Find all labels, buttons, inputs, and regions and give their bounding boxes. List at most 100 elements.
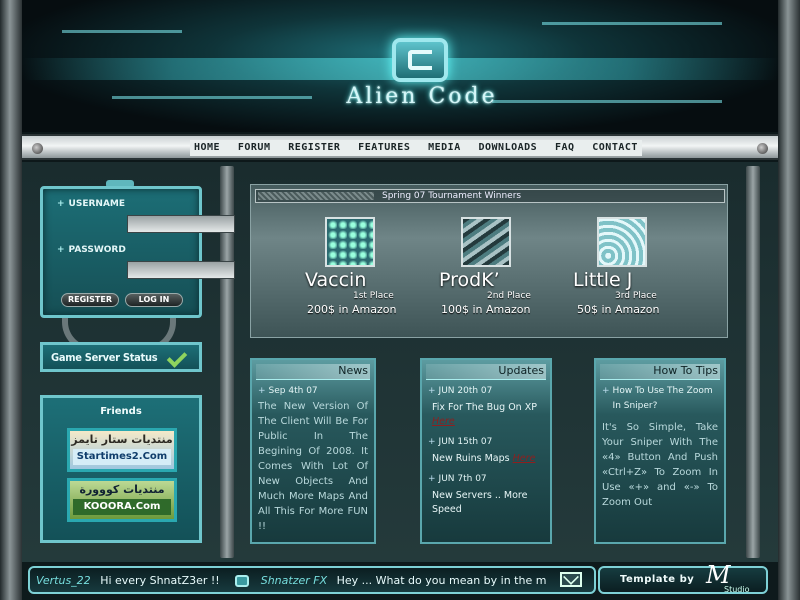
logo-text: Alien Code <box>346 84 498 109</box>
update-link[interactable]: Here <box>432 416 455 427</box>
tips-body: It's So Simple, Take Your Sniper With Th… <box>602 422 718 508</box>
winner-prize: 50$ in Amazon <box>577 303 660 316</box>
chat-icon <box>235 575 250 587</box>
winners-panel: Spring 07 Tournament Winners Vaccin 1st … <box>250 184 728 338</box>
news-body: The New Version Of The Client Will Be Fo… <box>258 401 368 532</box>
light-streak <box>492 100 722 103</box>
nav-forum[interactable]: FORUM <box>238 140 271 156</box>
nav-home[interactable]: HOME <box>194 140 220 156</box>
password-label: + PASSWORD <box>57 245 126 255</box>
shout-line: Vertus_22 Hi every ShnatZ3er !! Shnatzer… <box>36 572 558 590</box>
update-entry: + JUN 15th 07 New Ruins Maps Here <box>428 435 544 466</box>
winner-name: Vaccin <box>305 269 367 291</box>
nav-features[interactable]: FEATURES <box>358 140 410 156</box>
tips-box: How To Tips + How To Use The Zoom In Snip… <box>594 358 726 544</box>
light-streak <box>62 30 182 33</box>
update-text: Fix For The Bug On XP Here <box>432 402 537 427</box>
winner-place: 1st Place <box>353 291 394 301</box>
shout-user[interactable]: Shnatzer FX <box>261 574 327 587</box>
header-banner: Alien Code <box>22 0 778 132</box>
update-link[interactable]: Here <box>513 453 536 464</box>
password-input[interactable] <box>127 261 235 279</box>
left-rail <box>0 0 22 600</box>
news-date: + Sep 4th 07 <box>258 386 318 396</box>
template-label: Template by <box>620 574 695 585</box>
news-content: + Sep 4th 07 The New Version Of The Clien… <box>258 384 368 534</box>
tips-title: How To Tips <box>653 364 718 377</box>
mail-icon[interactable] <box>560 572 582 587</box>
stripes-deco <box>258 192 374 200</box>
tips-question: + How To Use The Zoom In Sniper? <box>602 384 718 414</box>
updates-content: + JUN 20th 07 Fix For The Bug On XP Here +… <box>428 384 544 523</box>
plus-icon: + <box>57 199 65 209</box>
updates-box: Updates + JUN 20th 07 Fix For The Bug On … <box>420 358 552 544</box>
shoutbox: Vertus_22 Hi every ShnatZ3er !! Shnatzer… <box>28 566 596 594</box>
shout-message: Hey ... What do you mean by in the m <box>336 574 547 587</box>
bullet-icon: + <box>428 386 436 396</box>
bolt-icon <box>32 143 43 154</box>
winner-name: Little J <box>573 269 633 291</box>
nav-downloads[interactable]: DOWNLOADS <box>478 140 537 156</box>
bullet-icon: + <box>602 386 610 396</box>
update-date: + JUN 20th 07 <box>428 386 493 396</box>
signature-sub: Studio <box>724 585 750 594</box>
startimes-banner[interactable]: منتديات ستار تايمز Startimes2.Com <box>67 428 177 472</box>
nav-faq[interactable]: FAQ <box>555 140 575 156</box>
news-box: News + Sep 4th 07 The New Version Of The … <box>250 358 376 544</box>
update-text: New Ruins Maps Here <box>432 453 536 464</box>
winner-avatar[interactable] <box>597 217 647 267</box>
shout-user[interactable]: Vertus_22 <box>36 574 91 587</box>
game-server-status[interactable]: Game Server Status <box>40 342 202 372</box>
nav-register[interactable]: REGISTER <box>288 140 340 156</box>
light-streak <box>112 96 312 99</box>
winner-card: ProdK’ 2nd Place 100$ in Amazon <box>439 217 579 327</box>
bullet-icon: + <box>428 437 436 447</box>
winner-card: Little J 3rd Place 50$ in Amazon <box>573 217 713 327</box>
update-date: + JUN 15th 07 <box>428 437 493 447</box>
winner-prize: 200$ in Amazon <box>307 303 397 316</box>
winner-place: 2nd Place <box>487 291 531 301</box>
nav-media[interactable]: MEDIA <box>428 140 461 156</box>
username-label: + USERNAME <box>57 199 126 209</box>
winner-card: Vaccin 1st Place 200$ in Amazon <box>305 217 445 327</box>
nav-contact[interactable]: CONTACT <box>592 140 638 156</box>
banner-latin: KOOORA.Com <box>73 499 171 515</box>
friends-title: Friends <box>100 406 142 417</box>
winner-prize: 100$ in Amazon <box>441 303 531 316</box>
nav-bar: HOME FORUM REGISTER FEATURES MEDIA DOWNL… <box>22 134 778 160</box>
tips-content: + How To Use The Zoom In Sniper? It's So … <box>602 384 718 510</box>
banner-arabic: منتديات ستار تايمز <box>71 433 173 446</box>
right-rail <box>778 0 800 600</box>
banner-latin: Startimes2.Com <box>73 449 171 465</box>
winner-avatar[interactable] <box>461 217 511 267</box>
update-text: New Servers .. More Speed <box>432 490 528 515</box>
light-streak <box>542 22 722 25</box>
username-input[interactable] <box>127 215 235 233</box>
bullet-icon: + <box>428 474 436 484</box>
logo-icon <box>392 38 448 82</box>
shout-message: Hi every ShnatZ3er !! <box>100 574 220 587</box>
bullet-icon: + <box>258 386 266 396</box>
winner-name: ProdK’ <box>439 269 500 291</box>
kooora-banner[interactable]: منتديات كووورة KOOORA.Com <box>67 478 177 522</box>
register-button[interactable]: REGISTER <box>61 293 119 307</box>
winner-place: 3rd Place <box>615 291 657 301</box>
checkmark-icon <box>165 349 185 365</box>
banner-arabic: منتديات كووورة <box>79 483 165 496</box>
page: Alien Code HOME FORUM REGISTER FEATURES … <box>0 0 800 600</box>
login-button[interactable]: LOG IN <box>125 293 183 307</box>
signature-logo[interactable]: M Studio <box>700 557 758 597</box>
winner-avatar[interactable] <box>325 217 375 267</box>
winners-title: Spring 07 Tournament Winners <box>382 191 522 201</box>
friends-panel: Friends منتديات ستار تايمز Startimes2.Co… <box>40 395 202 543</box>
update-date: + JUN 7th 07 <box>428 474 487 484</box>
bolt-icon <box>757 143 768 154</box>
update-entry: + JUN 7th 07 New Servers .. More Speed <box>428 472 544 517</box>
nav-menu: HOME FORUM REGISTER FEATURES MEDIA DOWNL… <box>190 140 642 156</box>
login-panel: + USERNAME + PASSWORD REGISTER LOG IN <box>40 186 235 318</box>
right-divider <box>746 166 760 558</box>
status-label: Game Server Status <box>51 350 158 364</box>
winners-header: Spring 07 Tournament Winners <box>255 189 725 203</box>
updates-title: Updates <box>498 364 544 377</box>
update-entry: + JUN 20th 07 Fix For The Bug On XP Here <box>428 384 544 429</box>
